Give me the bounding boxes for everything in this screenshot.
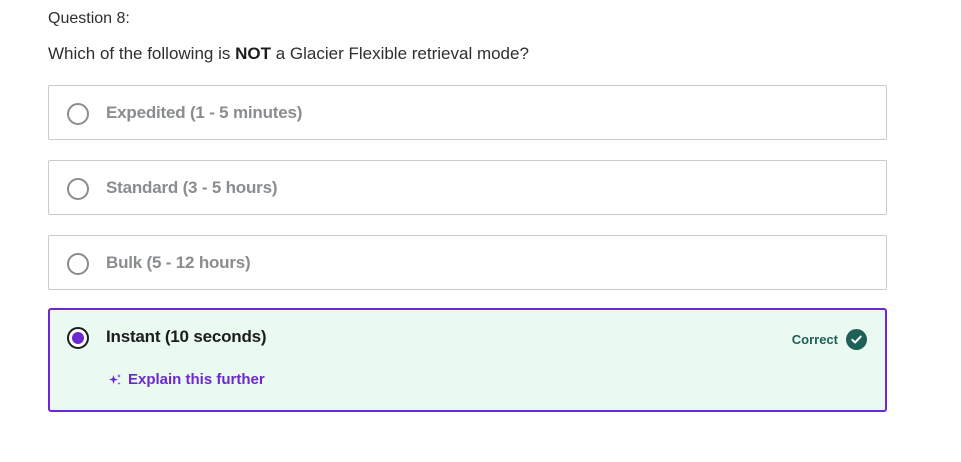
answer-option-label: Bulk (5 - 12 hours) [106,253,251,272]
radio-button-selected[interactable] [67,327,89,349]
answer-option-label: Expedited (1 - 5 minutes) [106,103,303,122]
answer-option-bulk[interactable]: Bulk (5 - 12 hours) [48,235,887,290]
explain-further-label: Explain this further [128,371,265,388]
answer-option-instant[interactable]: Instant (10 seconds) Correct Explain thi… [48,308,887,412]
sparkle-icon [108,373,122,387]
radio-button[interactable] [67,103,89,125]
check-circle-icon [846,329,867,350]
answer-option-label: Instant (10 seconds) [106,327,267,346]
correct-label: Correct [791,332,838,347]
question-number: Question 8: [48,10,130,27]
correct-badge: Correct [792,329,867,350]
radio-button[interactable] [67,178,89,200]
radio-button[interactable] [67,253,89,275]
answer-option-expedited[interactable]: Expedited (1 - 5 minutes) [48,85,887,140]
question-text-before: Which of the following is [48,44,236,63]
question-text-after: a Glacier Flexible retrieval mode? [270,44,529,63]
answer-option-standard[interactable]: Standard (3 - 5 hours) [48,160,887,215]
explain-further-button[interactable]: Explain this further [108,371,265,388]
question-text: Which of the following is NOT a Glacier … [48,44,529,64]
question-text-emphasis: NOT [235,44,271,63]
answer-option-label: Standard (3 - 5 hours) [106,178,278,197]
